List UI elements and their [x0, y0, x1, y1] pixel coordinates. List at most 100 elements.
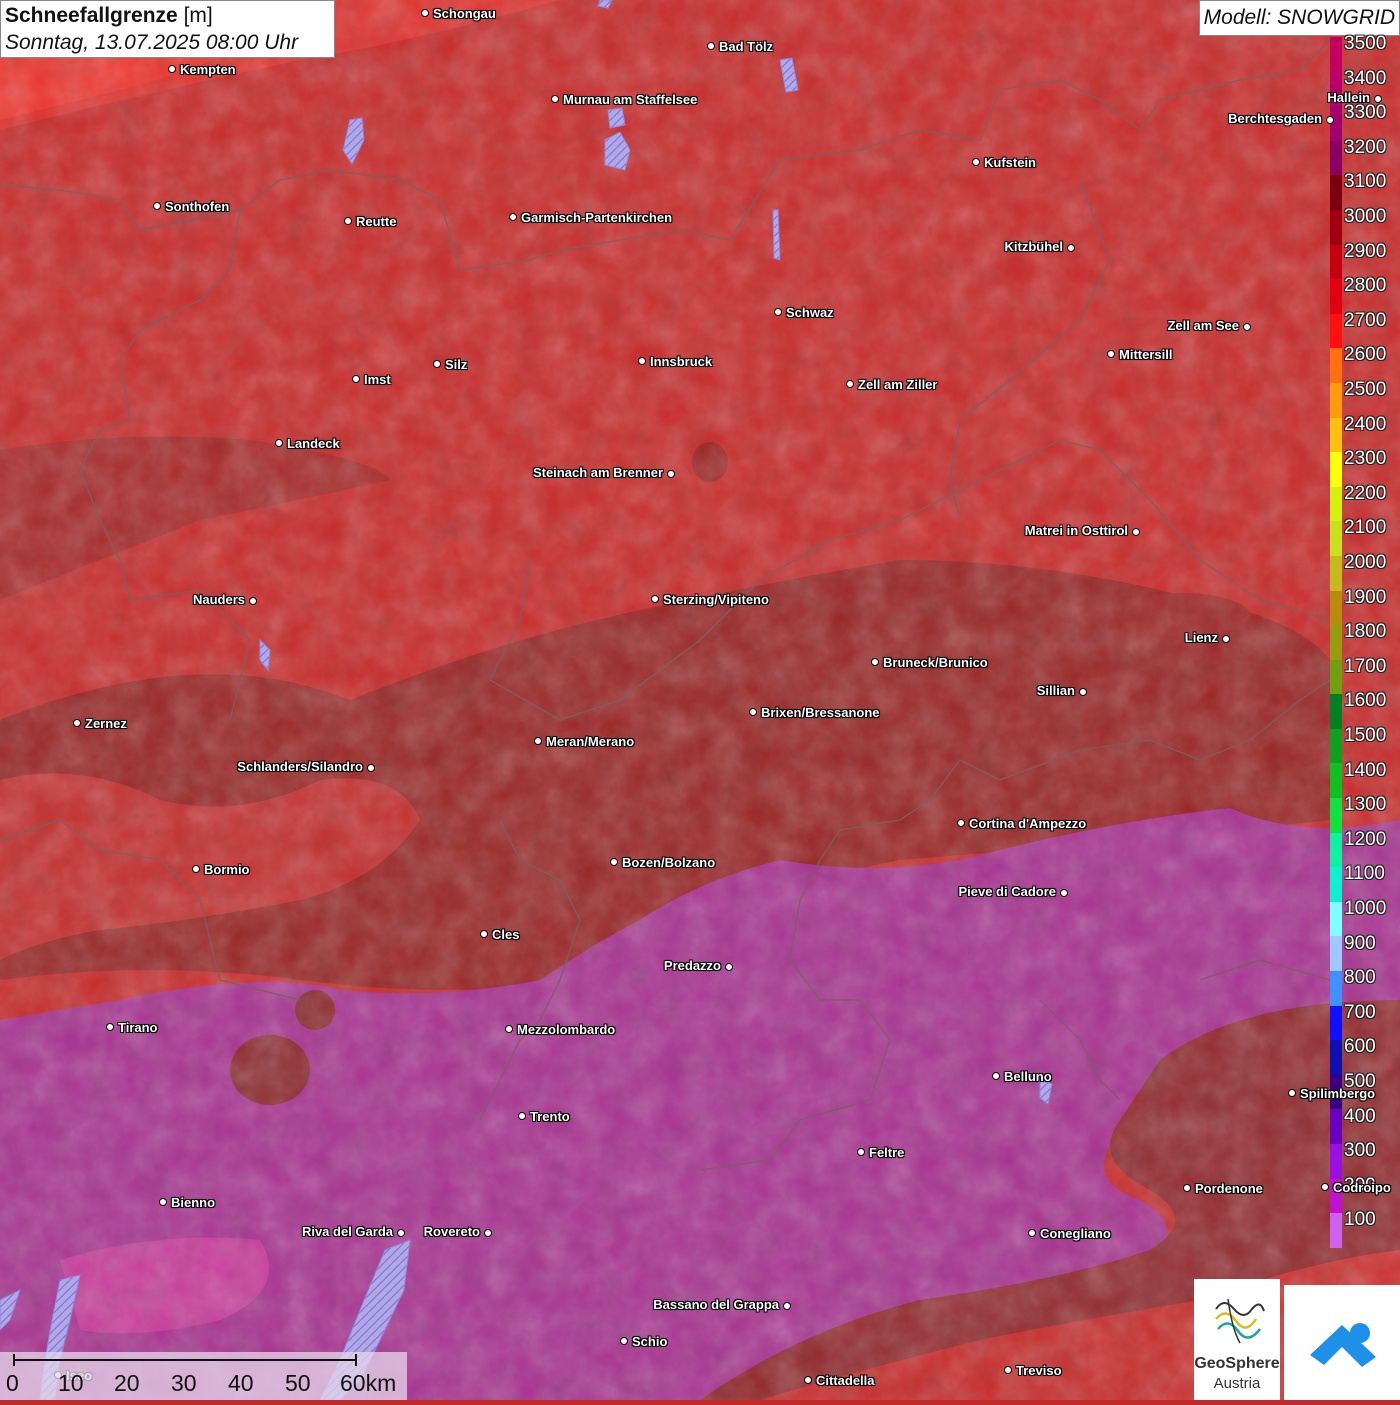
legend-label: 2000: [1344, 552, 1387, 573]
city-label: Silz: [445, 357, 468, 372]
legend-label: 3100: [1344, 171, 1387, 193]
legend-color-bar: [1330, 37, 1342, 1248]
city-marker: [420, 8, 429, 17]
city-marker: [1066, 243, 1075, 252]
city-marker: [748, 707, 757, 716]
legend-label: 2900: [1344, 240, 1387, 262]
legend-swatch: [1330, 867, 1342, 902]
city-label: Garmisch-Partenkirchen: [521, 210, 673, 225]
city-label: Nauders: [192, 592, 245, 607]
city-marker: [870, 657, 879, 666]
city-label: Hallein: [1327, 90, 1370, 105]
legend-label: 2400: [1344, 413, 1387, 435]
city-marker: [1221, 634, 1230, 643]
city-marker: [396, 1228, 405, 1237]
city-label: Feltre: [869, 1145, 905, 1160]
legend-label: 3000: [1344, 206, 1387, 227]
legend-swatch: [1330, 936, 1342, 972]
legend-swatch: [1330, 279, 1342, 314]
legend-swatch: [1330, 382, 1342, 418]
city-marker: [666, 469, 675, 478]
city-label: Zell am Ziller: [858, 377, 938, 392]
city-label: Riva del Garda: [301, 1224, 393, 1239]
legend-label: 3200: [1344, 136, 1387, 158]
city-marker: [1078, 687, 1087, 696]
city-marker: [1131, 527, 1140, 536]
scale-label: 10: [58, 1370, 84, 1396]
city-label: Sonthofen: [165, 199, 230, 214]
city-marker: [991, 1071, 1000, 1080]
city-marker: [619, 1336, 628, 1345]
legend-label: 1300: [1344, 794, 1387, 816]
legend-label: 400: [1344, 1105, 1376, 1127]
snow-app-icon: [1310, 1323, 1376, 1367]
legend-label: 1800: [1344, 621, 1387, 643]
city-marker: [533, 736, 542, 745]
legend-swatch: [1330, 1005, 1342, 1041]
legend-swatch: [1330, 175, 1342, 210]
map-title-unit: [m]: [183, 4, 213, 27]
legend-label: 1700: [1344, 655, 1387, 677]
legend-swatch: [1330, 694, 1342, 729]
city-marker: [1106, 349, 1115, 358]
legend-swatch: [1330, 244, 1342, 280]
city-marker: [479, 929, 488, 938]
legend-swatch: [1330, 971, 1342, 1006]
geosphere-logo[interactable]: GeoSphere Austria: [1194, 1279, 1280, 1400]
legend-label: 1200: [1344, 828, 1387, 850]
city-label: Meran/Merano: [546, 734, 635, 749]
legend-swatch: [1330, 452, 1342, 487]
scale-label: 50: [285, 1370, 311, 1396]
city-marker: [650, 594, 659, 603]
city-label: Bormio: [204, 862, 250, 877]
legend-swatch: [1330, 832, 1342, 868]
legend-swatch: [1330, 486, 1342, 522]
city-marker: [191, 864, 200, 873]
city-marker: [1287, 1088, 1296, 1097]
city-marker: [1059, 888, 1068, 897]
legend-label: 1600: [1344, 690, 1387, 712]
legend-label: 1400: [1344, 759, 1387, 781]
city-label: Schlanders/Silandro: [237, 759, 363, 774]
legend-label: 1500: [1344, 725, 1387, 746]
legend-label: 2600: [1344, 344, 1387, 366]
city-label: Cortina d'Ampezzo: [969, 816, 1087, 831]
city-label: Trento: [530, 1109, 570, 1124]
legend-swatch: [1330, 417, 1342, 453]
city-label: Lienz: [1184, 630, 1218, 645]
city-marker: [483, 1228, 492, 1237]
geosphere-emblem-icon: [1215, 1298, 1265, 1344]
city-label: Tirano: [118, 1020, 158, 1035]
legend-swatch: [1330, 798, 1342, 833]
city-marker: [105, 1022, 114, 1031]
city-marker: [343, 216, 352, 225]
city-marker: [432, 359, 441, 368]
city-marker: [956, 818, 965, 827]
city-marker: [1182, 1183, 1191, 1192]
city-label: Kufstein: [984, 155, 1036, 170]
city-marker: [609, 857, 618, 866]
city-label: Murnau am Staffelsee: [563, 92, 698, 107]
legend-label: 100: [1344, 1209, 1376, 1231]
legend-label: 900: [1344, 932, 1376, 954]
city-label: Innsbruck: [650, 354, 713, 369]
city-label: Brixen/Bressanone: [761, 705, 880, 720]
city-label: Bienno: [171, 1195, 216, 1210]
city-marker: [248, 596, 257, 605]
city-label: Schongau: [433, 6, 496, 21]
legend-label: 2100: [1344, 517, 1387, 539]
city-marker: [1373, 94, 1382, 103]
app-logo[interactable]: [1284, 1285, 1400, 1400]
city-marker: [803, 1375, 812, 1384]
city-marker: [1325, 115, 1334, 124]
scale-label: 20: [114, 1370, 140, 1396]
legend-swatch: [1330, 1213, 1342, 1248]
city-label: Steinach am Brenner: [532, 465, 663, 480]
map-title-bold: Schneefallgrenze: [5, 4, 178, 27]
legend-label: 2200: [1344, 482, 1387, 504]
legend-label: 2500: [1344, 379, 1387, 400]
legend-swatch: [1330, 521, 1342, 556]
city-label: Sterzing/Vipiteno: [663, 592, 769, 607]
legend-swatch: [1330, 590, 1342, 626]
city-label: Reutte: [356, 214, 397, 229]
